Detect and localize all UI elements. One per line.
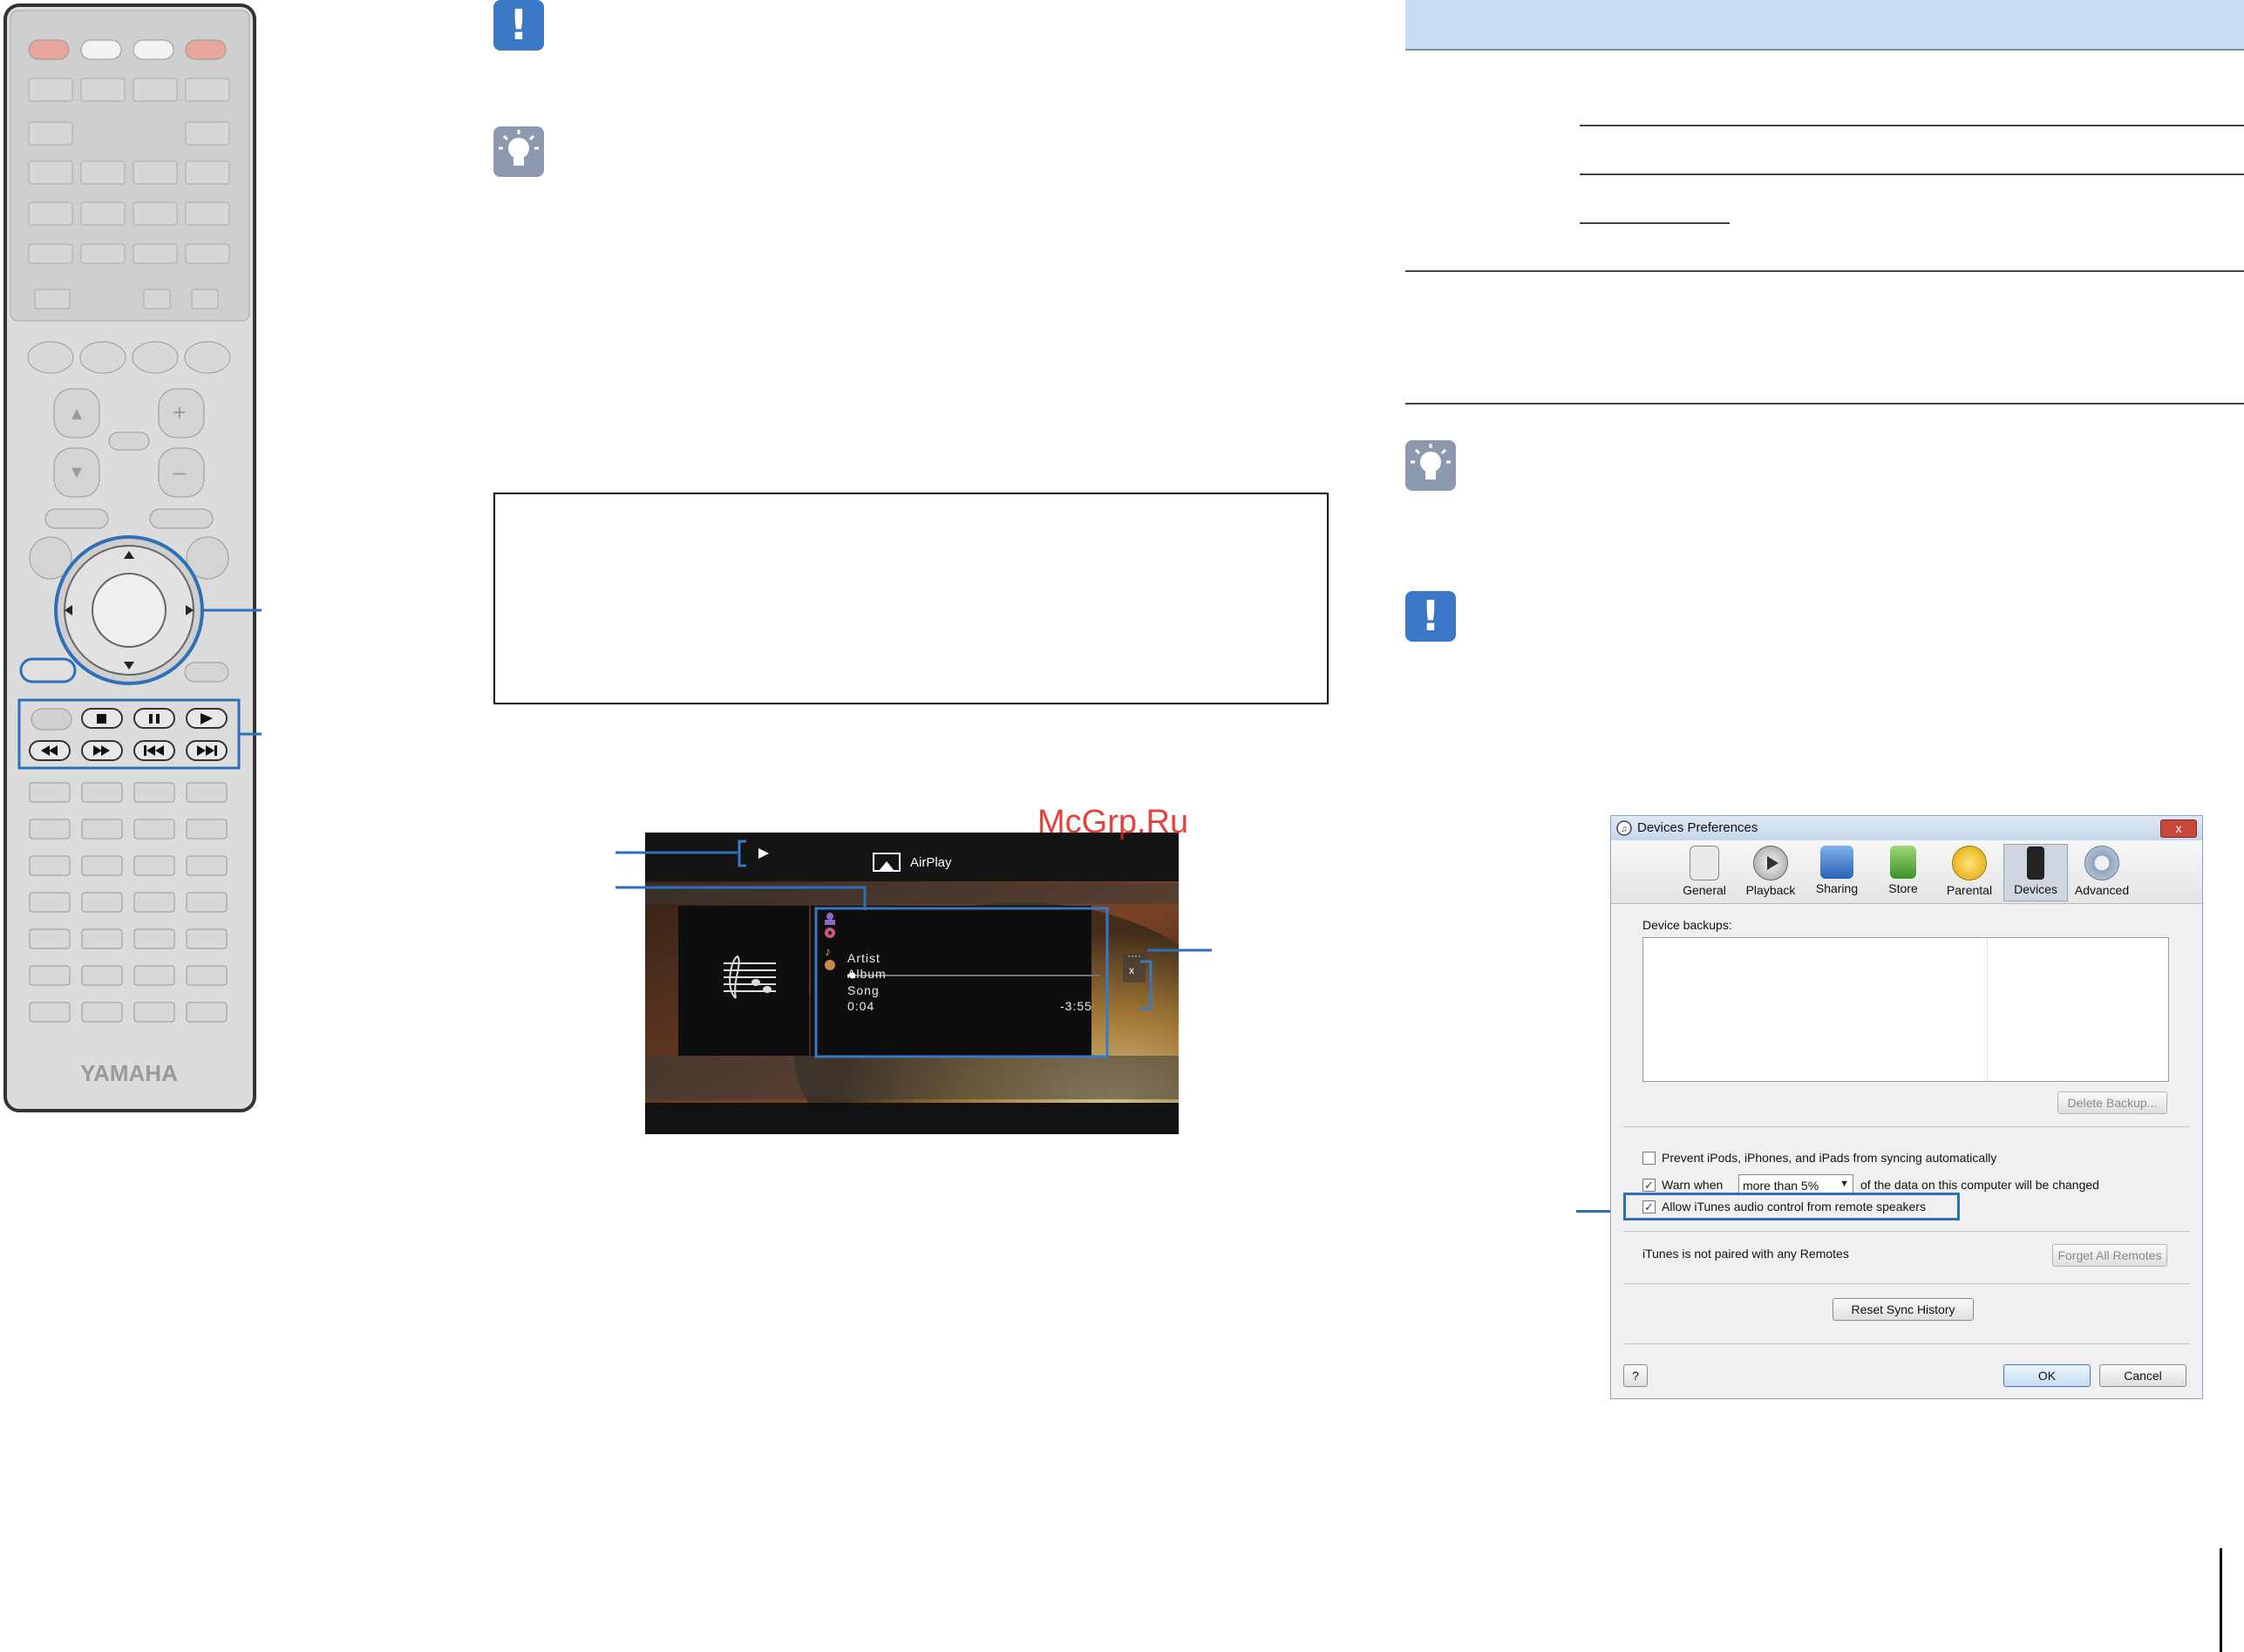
playback-icon xyxy=(1753,846,1788,880)
warn-threshold-value: more than 5% xyxy=(1743,1179,1819,1193)
prevent-sync-label: Prevent iPods, iPhones, and iPads from s… xyxy=(1662,1151,1997,1165)
help-button[interactable]: ? xyxy=(1623,1364,1648,1387)
device-backups-label: Device backups: xyxy=(1642,918,1732,932)
tab-general-label: General xyxy=(1683,883,1726,897)
window-title: Devices Preferences xyxy=(1637,820,1758,835)
table-header xyxy=(1405,0,2244,51)
tab-playback[interactable]: Playback xyxy=(1738,844,1803,901)
table-rule xyxy=(1580,125,2244,126)
allow-remote-label: Allow iTunes audio control from remote s… xyxy=(1662,1200,1926,1214)
remotes-status: iTunes is not paired with any Remotes xyxy=(1642,1247,1849,1261)
tab-store-label: Store xyxy=(1888,881,1918,895)
cancel-button[interactable]: Cancel xyxy=(2099,1364,2186,1387)
remote-control: ▲ + ▼ – YAMAHA xyxy=(3,3,262,1112)
remote-brand: YAMAHA xyxy=(80,1060,178,1086)
airplay-callouts xyxy=(615,851,1212,952)
sharing-icon xyxy=(1820,846,1853,879)
tab-sharing-label: Sharing xyxy=(1815,881,1859,895)
watermark: McGrp.Ru xyxy=(1037,804,1189,840)
svg-text:♫: ♫ xyxy=(1621,825,1628,834)
itunes-devices-preferences-window: ♫ Devices Preferences x General Playback… xyxy=(1610,815,2203,1399)
tab-parental-label: Parental xyxy=(1946,883,1993,897)
allow-remote-checkbox[interactable]: ✓ xyxy=(1642,1200,1656,1214)
preferences-toolbar: General Playback Sharing Store Parental … xyxy=(1611,840,2202,904)
note-box xyxy=(493,493,1329,704)
store-icon xyxy=(1890,846,1916,879)
ok-button[interactable]: OK xyxy=(2003,1364,2091,1387)
svg-text:+: + xyxy=(173,399,186,425)
warn-when-checkbox[interactable]: ✓ xyxy=(1642,1179,1656,1192)
remaining-time: -3:55 xyxy=(1060,999,1092,1013)
prevent-sync-checkbox[interactable] xyxy=(1642,1152,1656,1165)
table-rule xyxy=(1405,403,2244,405)
table-rule xyxy=(1405,270,2244,272)
stop-icon[interactable] xyxy=(97,714,106,724)
warning-icon: ! xyxy=(493,0,544,51)
tab-sharing[interactable]: Sharing xyxy=(1805,844,1869,901)
table-rule xyxy=(1580,222,1730,224)
general-icon xyxy=(1690,846,1719,880)
svg-text:–: – xyxy=(173,459,187,485)
tab-devices[interactable]: Devices xyxy=(2003,844,2068,901)
advanced-icon xyxy=(2084,846,2119,880)
chevron-down-icon: ▼ xyxy=(1839,1179,1849,1189)
warn-suffix-label: of the data on this computer will be cha… xyxy=(1860,1178,2099,1192)
tab-playback-label: Playback xyxy=(1745,883,1796,897)
warn-when-label: Warn when xyxy=(1662,1178,1724,1192)
tip-bulb-icon xyxy=(493,126,544,177)
reset-sync-history-button[interactable]: Reset Sync History xyxy=(1833,1298,1974,1321)
table-rule xyxy=(1580,173,2244,175)
parental-icon xyxy=(1952,846,1987,880)
tab-advanced-label: Advanced xyxy=(2074,883,2130,897)
forget-all-remotes-button[interactable]: Forget All Remotes xyxy=(2052,1244,2167,1267)
itunes-app-icon: ♫ xyxy=(1616,820,1632,836)
tab-devices-label: Devices xyxy=(2014,882,2057,896)
tab-general[interactable]: General xyxy=(1672,844,1737,901)
page-edge-rule xyxy=(2220,1548,2222,1652)
device-backups-list[interactable] xyxy=(1642,937,2169,1082)
tip-bulb-icon xyxy=(1405,440,1456,491)
svg-text:▼: ▼ xyxy=(68,463,85,482)
elapsed-time: 0:04 xyxy=(847,999,875,1013)
devices-icon xyxy=(2027,846,2044,880)
warning-icon: ! xyxy=(1405,591,1456,642)
window-title-bar: ♫ Devices Preferences x xyxy=(1611,816,2202,841)
tab-store[interactable]: Store xyxy=(1871,844,1935,901)
close-button[interactable]: x xyxy=(2160,819,2197,838)
svg-text:▲: ▲ xyxy=(68,405,85,424)
delete-backup-button[interactable]: Delete Backup... xyxy=(2057,1091,2167,1114)
tab-advanced[interactable]: Advanced xyxy=(2070,844,2134,901)
tab-parental[interactable]: Parental xyxy=(1937,844,2002,901)
